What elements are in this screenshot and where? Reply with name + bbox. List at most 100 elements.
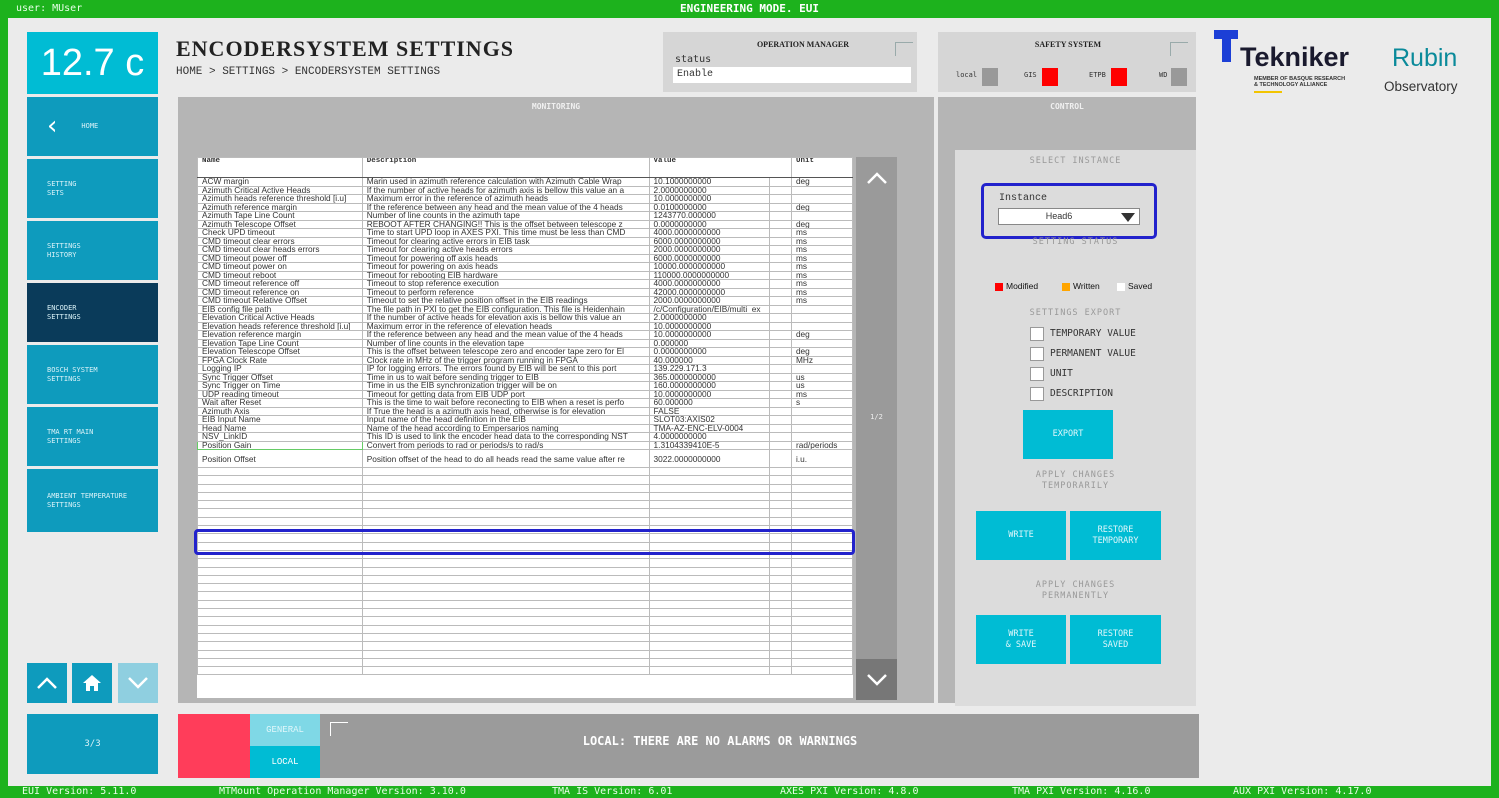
home-nav-button[interactable]: ‹ HOME xyxy=(27,97,158,156)
table-row[interactable] xyxy=(197,624,853,634)
table-row[interactable]: Check UPD timeout Time to start UPD loop … xyxy=(197,228,853,238)
table-row[interactable]: Azimuth Critical Active Heads If the numb… xyxy=(197,185,853,195)
table-row[interactable]: Azimuth Tape Line Count Number of line co… xyxy=(197,211,853,221)
restore-temporary-button[interactable]: RESTORE TEMPORARY xyxy=(1070,511,1161,560)
export-button[interactable]: EXPORT xyxy=(1023,410,1113,459)
table-row[interactable]: Elevation Tape Line Count Number of line … xyxy=(197,338,853,348)
cursor-select-icon[interactable] xyxy=(895,42,913,56)
table-row[interactable]: ACW margin Marin used in azimuth referenc… xyxy=(197,177,853,187)
general-alarms-tab[interactable]: GENERAL xyxy=(250,714,320,746)
table-row[interactable]: Wait after Reset This is the time to wait… xyxy=(197,398,853,408)
nav-bosch-system-settings[interactable]: BOSCH SYSTEM SETTINGS xyxy=(27,345,158,404)
table-row[interactable]: Elevation heads reference threshold [i.u… xyxy=(197,321,853,331)
table-row[interactable] xyxy=(197,500,853,510)
table-row[interactable]: FPGA Clock Rate Clock rate in MHz of the … xyxy=(197,355,853,365)
cell-spacer xyxy=(768,279,792,289)
cell-name: CMD timeout Relative Offset xyxy=(197,296,363,306)
restore-saved-button[interactable]: RESTORE SAVED xyxy=(1070,615,1161,664)
cell-value xyxy=(648,599,770,610)
table-row[interactable]: Head Name Name of the head according to E… xyxy=(197,423,853,433)
page-up-button[interactable] xyxy=(27,663,67,703)
table-row[interactable] xyxy=(197,649,853,659)
unit-checkbox[interactable] xyxy=(1030,367,1044,381)
settings-table[interactable]: Name Description Value Unit ACW margin Ma… xyxy=(197,157,853,698)
table-row[interactable]: Position Gain Convert from periods to rad… xyxy=(197,440,853,450)
table-row[interactable] xyxy=(197,558,853,568)
nav-ambient-temperature-settings[interactable]: AMBIENT TEMPERATURE SETTINGS xyxy=(27,469,158,532)
cell-name: Azimuth Telescope Offset xyxy=(197,219,363,229)
cell-unit xyxy=(790,666,853,676)
home-button[interactable] xyxy=(72,663,112,703)
table-row[interactable] xyxy=(197,608,853,618)
table-row[interactable] xyxy=(197,508,853,518)
table-row[interactable] xyxy=(197,516,853,527)
mode-label: ENGINEERING MODE. EUI xyxy=(679,2,820,15)
table-row[interactable]: Sync Trigger Offset Time in us to wait be… xyxy=(197,372,853,382)
table-scrollbar[interactable]: 1/2 xyxy=(856,157,897,700)
table-row[interactable]: Sync Trigger on Time Time in us the EIB s… xyxy=(197,381,853,391)
alarm-message: LOCAL: THERE ARE NO ALARMS OR WARNINGS xyxy=(582,734,858,748)
nav-tma-rt-main-settings[interactable]: TMA RT MAIN SETTINGS xyxy=(27,407,158,466)
temporary-value-checkbox[interactable] xyxy=(1030,327,1044,341)
nav-settings-history[interactable]: SETTINGS HISTORY xyxy=(27,221,158,280)
cell-unit xyxy=(790,415,853,425)
table-row[interactable]: EIB config file path The file path in PXI… xyxy=(197,304,853,314)
table-row[interactable]: EIB Input Name Input name of the head def… xyxy=(197,415,853,425)
alarm-status-indicator[interactable] xyxy=(178,714,250,778)
cell-unit xyxy=(790,566,853,576)
nav-setting-sets[interactable]: SETTING SETS xyxy=(27,159,158,218)
table-row[interactable]: Azimuth reference margin If the reference… xyxy=(197,202,853,212)
table-row[interactable] xyxy=(197,641,853,651)
table-row[interactable]: Elevation reference margin If the referen… xyxy=(197,330,853,340)
table-row[interactable]: CMD timeout reference off Timeout to stop… xyxy=(197,279,853,289)
table-row[interactable] xyxy=(197,632,853,643)
rubin-logo-text: Rubin xyxy=(1392,44,1458,72)
write-and-save-button[interactable]: WRITE & SAVE xyxy=(976,615,1066,664)
table-row[interactable]: CMD timeout reboot Timeout for rebooting … xyxy=(197,270,853,280)
description-checkbox[interactable] xyxy=(1030,387,1044,401)
table-row[interactable]: Elevation Telescope Offset This is the of… xyxy=(197,347,853,357)
cell-description: Timeout to set the relative position off… xyxy=(361,296,650,306)
table-row[interactable]: CMD timeout Relative Offset Timeout to se… xyxy=(197,296,853,306)
table-row[interactable]: Azimuth Telescope Offset REBOOT AFTER CHA… xyxy=(197,219,853,229)
table-row[interactable] xyxy=(197,616,853,626)
table-row[interactable] xyxy=(197,666,853,676)
scroll-down-button[interactable] xyxy=(856,659,897,700)
table-row[interactable] xyxy=(197,574,853,585)
cell-name: Azimuth reference margin xyxy=(197,202,363,212)
table-row[interactable]: NSV_LinkID This ID is used to link the en… xyxy=(197,432,853,442)
table-row[interactable]: CMD timeout clear heads errors Timeout fo… xyxy=(197,245,853,255)
table-row[interactable] xyxy=(197,483,853,493)
table-row[interactable] xyxy=(197,583,853,593)
table-row[interactable]: CMD timeout clear errors Timeout for clea… xyxy=(197,236,853,246)
local-alarms-tab[interactable]: LOCAL xyxy=(250,746,320,778)
table-row[interactable]: CMD timeout reference on Timeout to perfo… xyxy=(197,287,853,297)
scroll-up-button[interactable] xyxy=(856,157,897,198)
table-row[interactable]: Azimuth Axis If True the head is a azimut… xyxy=(197,406,853,416)
table-row[interactable] xyxy=(197,475,853,485)
table-row[interactable] xyxy=(197,566,853,576)
page-down-button[interactable] xyxy=(118,663,158,703)
table-row[interactable]: CMD timeout power on Timeout for powering… xyxy=(197,262,853,272)
cursor-select-icon[interactable] xyxy=(1170,42,1188,56)
cell-description xyxy=(361,608,650,618)
table-header-row: Name Description Value Unit xyxy=(197,157,853,178)
table-row[interactable]: Elevation Critical Active Heads If the nu… xyxy=(197,313,853,323)
table-row[interactable] xyxy=(197,599,853,610)
top-bar: user: MUser ENGINEERING MODE. EUI xyxy=(0,0,1499,17)
permanent-value-checkbox[interactable] xyxy=(1030,347,1044,361)
table-row[interactable]: CMD timeout power off Timeout for powerin… xyxy=(197,253,853,263)
cell-spacer xyxy=(768,666,792,676)
nav-encoder-settings[interactable]: ENCODER SETTINGS xyxy=(27,283,158,342)
table-row[interactable]: Logging IP IP for logging errors. The err… xyxy=(197,364,853,374)
table-row[interactable] xyxy=(197,491,853,502)
table-row[interactable] xyxy=(197,466,853,477)
table-row[interactable] xyxy=(197,591,853,601)
cell-description: This is the time to wait before reconect… xyxy=(361,398,650,408)
table-row[interactable] xyxy=(197,657,853,668)
instance-select[interactable]: Head6 xyxy=(998,208,1140,225)
table-row[interactable]: Position Offset Position offset of the he… xyxy=(197,449,853,468)
table-row[interactable]: UDP reading timeout Timeout for getting d… xyxy=(197,389,853,399)
write-button[interactable]: WRITE xyxy=(976,511,1066,560)
table-row[interactable]: Azimuth heads reference threshold [i.u] M… xyxy=(197,194,853,204)
